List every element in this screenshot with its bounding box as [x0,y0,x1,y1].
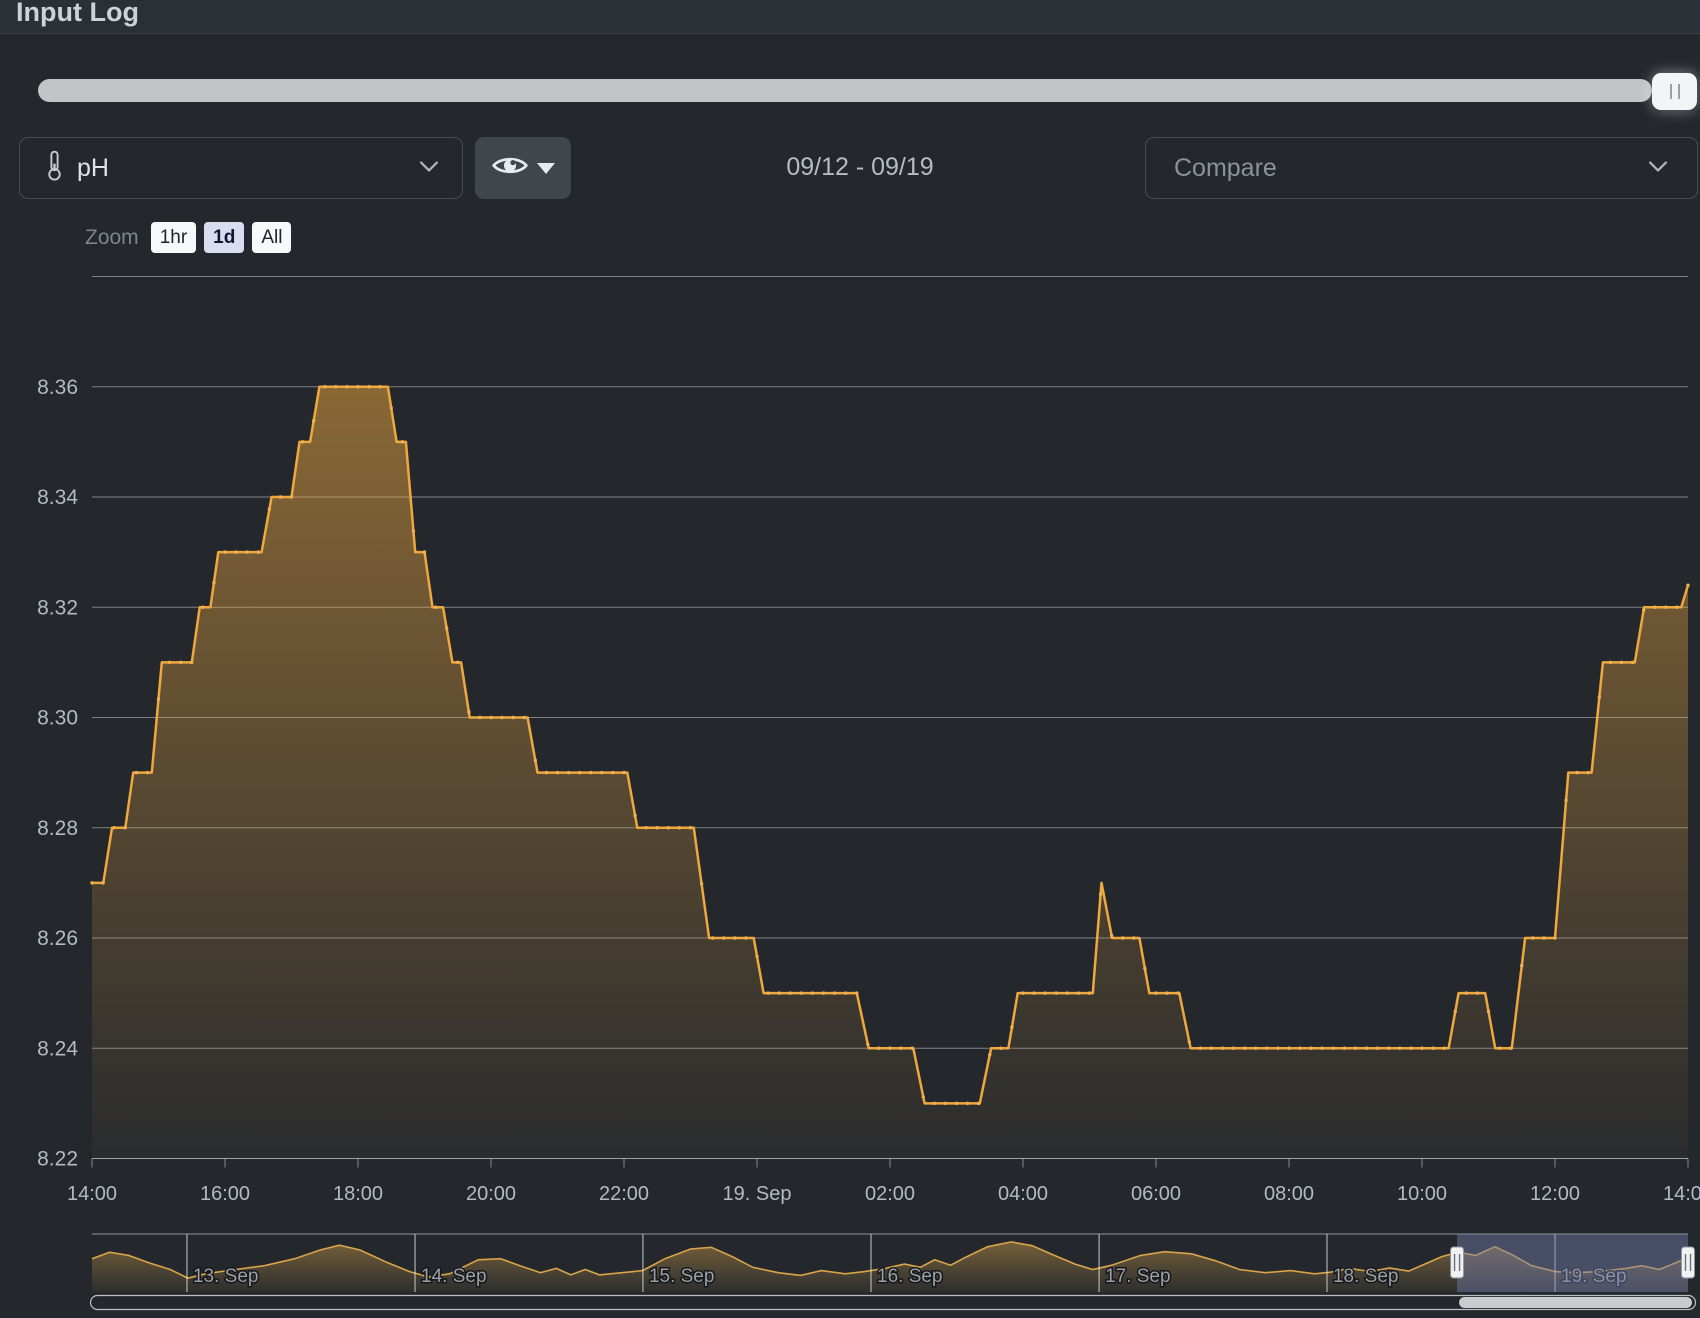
zoom-button-1hr[interactable]: 1hr [151,222,196,253]
y-axis-label: 8.26 [37,927,78,950]
x-axis-label: 04:00 [998,1183,1048,1205]
x-axis-label: 12:00 [1530,1183,1580,1205]
ph-area-chart[interactable]: 8.36 8.34 8.32 8.30 8.28 8.26 8.24 8.22 14:00 16:… [0,0,1700,1318]
navigator-day-label: 14. Sep [421,1266,487,1287]
y-axis-label: 8.30 [37,707,78,730]
navigator-day-label: 13. Sep [193,1266,259,1287]
y-axis-label: 8.32 [37,596,78,619]
y-axis-label: 8.28 [37,817,78,840]
x-axis-label: 06:00 [1131,1183,1181,1205]
y-axis-label: 8.36 [37,376,78,399]
chart-scrollbar-track[interactable] [91,1296,1696,1310]
navigator-day-label: 15. Sep [649,1266,715,1287]
zoom-label: Zoom [85,226,139,250]
input-log-page: Input Log pH 09/12 - 09/19 Co [0,0,1700,1318]
x-axis-label: 02:00 [865,1183,915,1205]
x-axis-label: 20:00 [466,1183,516,1205]
x-axis-label: 08:00 [1264,1183,1314,1205]
navigator-day-label: 16. Sep [877,1266,943,1287]
zoom-button-1d[interactable]: 1d [204,222,244,253]
navigator-handle[interactable] [1451,1247,1464,1278]
x-axis-label: 19. Sep [723,1183,792,1205]
x-axis-label: 10:00 [1397,1183,1447,1205]
navigator-handle[interactable] [1682,1247,1695,1278]
navigator-day-label: 18. Sep [1333,1266,1399,1287]
zoom-button-all[interactable]: All [252,222,291,253]
navigator-selected-range[interactable] [1457,1234,1688,1292]
chart-scrollbar-thumb[interactable] [1459,1297,1692,1308]
x-axis-label: 14:00 [67,1183,117,1205]
x-axis-label: 16:00 [200,1183,250,1205]
navigator-day-label: 17. Sep [1105,1266,1171,1287]
y-axis-label: 8.22 [37,1148,78,1171]
x-axis-label: 22:00 [599,1183,649,1205]
y-axis-label: 8.34 [37,486,78,509]
y-axis-label: 8.24 [37,1037,78,1060]
zoom-controls: Zoom 1hr 1d All [85,222,291,253]
x-axis-label: 18:00 [333,1183,383,1205]
x-axis-label: 14:00 [1663,1183,1700,1205]
